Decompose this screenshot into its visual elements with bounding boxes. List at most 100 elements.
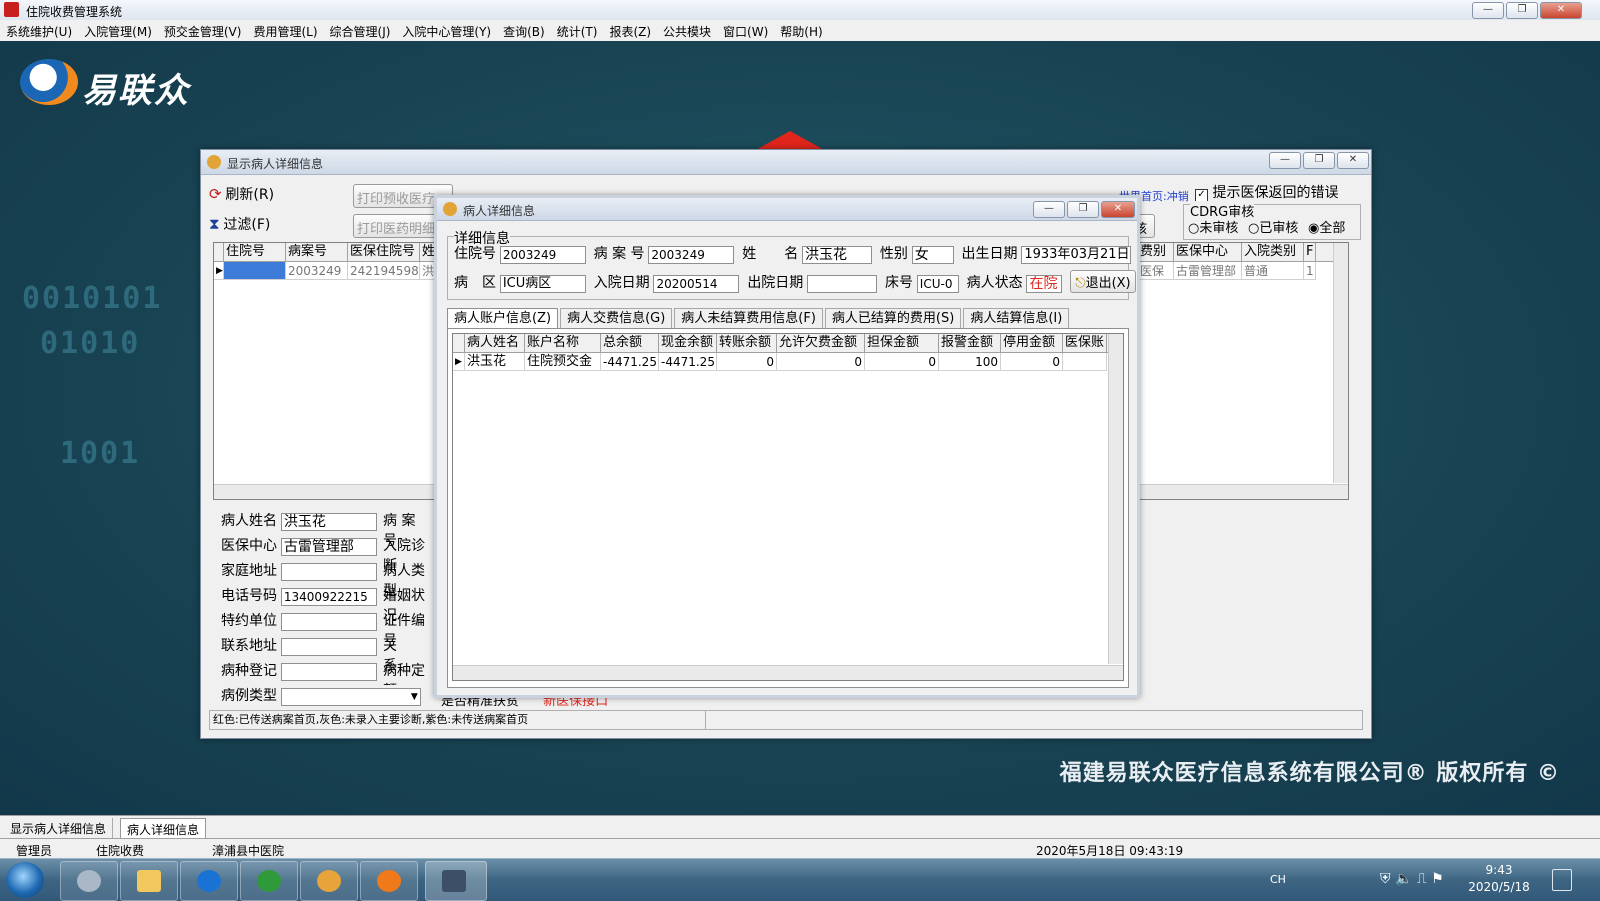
close-button[interactable]: ✕	[1540, 2, 1582, 19]
tab-account[interactable]: 病人账户信息(Z)	[447, 308, 559, 329]
error-checkbox[interactable]: ✓ 提示医保返回的错误	[1195, 182, 1338, 202]
col-header[interactable]: F	[1304, 243, 1316, 261]
radio-unaudited[interactable]: ○未审核	[1188, 217, 1238, 236]
close-button[interactable]: ✕	[1101, 201, 1135, 218]
col-header[interactable]: 转账余额	[717, 334, 777, 352]
menu-admission[interactable]: 入院管理(M)	[78, 20, 158, 40]
maximize-button[interactable]: ❐	[1067, 201, 1099, 218]
col-header[interactable]: 入院类别	[1242, 243, 1304, 261]
status-field[interactable]: 在院	[1026, 274, 1063, 293]
menu-help[interactable]: 帮助(H)	[774, 20, 828, 40]
menu-admission-center[interactable]: 入院中心管理(Y)	[396, 20, 497, 40]
cell[interactable]: 洪玉花	[465, 353, 525, 371]
name-field[interactable]: 洪玉花	[280, 512, 377, 531]
table-row[interactable]: ▶ 洪玉花 住院预交金 -4471.25 -4471.25 0 0 0 100 …	[453, 353, 1123, 371]
col-header[interactable]: 住院号	[224, 243, 286, 261]
col-header[interactable]: 病案号	[286, 243, 348, 261]
case-type-select[interactable]: ▼	[280, 687, 421, 706]
show-desktop-icon[interactable]	[1552, 869, 1572, 891]
cell[interactable]: 古雷管理部	[1174, 262, 1242, 280]
tab-settlement[interactable]: 病人结算信息(I)	[963, 308, 1070, 329]
col-header[interactable]: 允许欠费金额	[777, 334, 865, 352]
taskbar-explorer[interactable]	[120, 861, 178, 901]
taskbar-remote[interactable]	[240, 861, 298, 901]
clock-time[interactable]: 9:43	[1464, 863, 1534, 877]
col-header[interactable]: 报警金额	[939, 334, 1001, 352]
cell[interactable]: -4471.25	[659, 353, 717, 371]
minimize-button[interactable]: —	[1269, 152, 1301, 169]
menu-system[interactable]: 系统维护(U)	[0, 20, 78, 40]
cell[interactable]: 2003249	[286, 262, 348, 280]
tab-unsettled[interactable]: 病人未结算费用信息(F)	[674, 308, 823, 329]
refresh-button[interactable]: ⟳ 刷新(R)	[209, 184, 274, 204]
minimize-button[interactable]: —	[1472, 2, 1504, 19]
taskbar-app[interactable]	[360, 861, 418, 901]
vertical-scrollbar[interactable]	[1108, 334, 1123, 664]
col-header[interactable]: 费别	[1138, 243, 1174, 261]
cell[interactable]	[1063, 353, 1107, 371]
address-field[interactable]	[280, 562, 377, 581]
winlist-item-patient-list[interactable]: 显示病人详细信息	[4, 818, 114, 839]
menu-query[interactable]: 查询(B)	[497, 20, 551, 40]
cell[interactable]: 0	[865, 353, 939, 371]
tab-settled[interactable]: 病人已结算的费用(S)	[824, 308, 962, 329]
tray-icons[interactable]: ⛨ 🔈 ⎍ ⚑	[1380, 871, 1444, 887]
col-header[interactable]: 停用金额	[1001, 334, 1063, 352]
cell[interactable]: 0	[1001, 353, 1063, 371]
cell[interactable]: 242194598	[348, 262, 420, 280]
cell[interactable]: 医保	[1138, 262, 1174, 280]
bed-field[interactable]: ICU-0	[916, 274, 959, 293]
account-grid[interactable]: 病人姓名 账户名称 总余额 现金余额 转账余额 允许欠费金额 担保金额 报警金额…	[452, 333, 1124, 681]
taskbar-sql[interactable]	[425, 861, 487, 901]
col-header[interactable]: 病人姓名	[465, 334, 525, 352]
filter-button[interactable]: ⧗ 过滤(F)	[209, 214, 270, 234]
col-header[interactable]: 医保住院号	[348, 243, 420, 261]
cell[interactable]: 普通	[1242, 262, 1304, 280]
menu-statistics[interactable]: 统计(T)	[551, 20, 604, 40]
cell[interactable]: 1	[1304, 262, 1316, 280]
cell[interactable]	[224, 262, 286, 280]
admission-no-field[interactable]: 2003249	[499, 245, 586, 264]
contact-field[interactable]	[280, 637, 377, 656]
cell[interactable]: 住院预交金	[525, 353, 601, 371]
minimize-button[interactable]: —	[1033, 201, 1065, 218]
admit-date-field[interactable]: 20200514	[653, 274, 740, 293]
horizontal-scrollbar[interactable]	[453, 665, 1123, 680]
gender-field[interactable]: 女	[911, 245, 954, 264]
start-button[interactable]	[6, 862, 44, 898]
radio-all[interactable]: ◉全部	[1308, 217, 1345, 236]
vertical-scrollbar[interactable]	[1333, 243, 1348, 483]
clock-date[interactable]: 2020/5/18	[1464, 880, 1534, 894]
disease-reg-field[interactable]	[280, 662, 377, 681]
center-field[interactable]: 古雷管理部	[280, 537, 377, 556]
cell[interactable]: 0	[777, 353, 865, 371]
menu-prepay[interactable]: 预交金管理(V)	[158, 20, 248, 40]
cell[interactable]: 0	[717, 353, 777, 371]
tab-payments[interactable]: 病人交费信息(G)	[560, 308, 673, 329]
maximize-button[interactable]: ❐	[1303, 152, 1335, 169]
col-header[interactable]: 担保金额	[865, 334, 939, 352]
unit-field[interactable]	[280, 612, 377, 631]
language-indicator[interactable]: CH	[1270, 873, 1286, 886]
cell[interactable]: 100	[939, 353, 1001, 371]
maximize-button[interactable]: ❐	[1506, 2, 1538, 19]
birthdate-field[interactable]: 1933年03月21日	[1021, 245, 1132, 264]
discharge-date-field[interactable]	[807, 274, 878, 293]
record-no-field[interactable]: 2003249	[648, 245, 735, 264]
cell[interactable]: -4471.25	[601, 353, 659, 371]
phone-field[interactable]: 13400922215	[280, 587, 377, 606]
menu-fees[interactable]: 费用管理(L)	[247, 20, 323, 40]
col-header[interactable]: 医保中心	[1174, 243, 1242, 261]
exit-button[interactable]: ⎋退出(X)	[1070, 270, 1136, 293]
menu-public[interactable]: 公共模块	[657, 20, 717, 40]
patient-name-field[interactable]: 洪玉花	[802, 245, 873, 264]
menu-window[interactable]: 窗口(W)	[717, 20, 774, 40]
taskbar-teamviewer[interactable]	[180, 861, 238, 901]
menu-reports[interactable]: 报表(Z)	[603, 20, 657, 40]
col-header[interactable]: 账户名称	[525, 334, 601, 352]
col-header[interactable]: 现金余额	[659, 334, 717, 352]
taskbar-compass[interactable]	[60, 861, 118, 901]
menu-general[interactable]: 综合管理(J)	[324, 20, 397, 40]
col-header[interactable]: 总余额	[601, 334, 659, 352]
radio-audited[interactable]: ○已审核	[1248, 217, 1298, 236]
